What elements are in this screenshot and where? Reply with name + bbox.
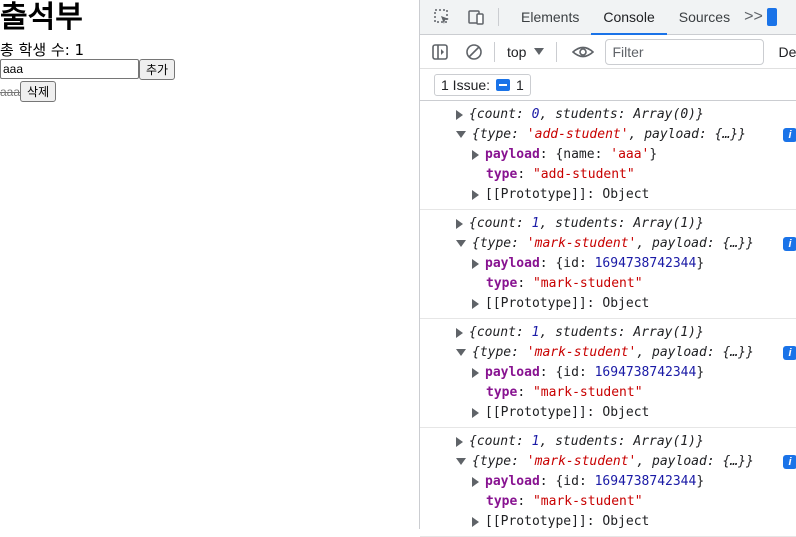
action-log-line[interactable]: {type: 'add-student', payload: {…}} i xyxy=(420,125,796,145)
expand-icon xyxy=(472,258,479,269)
state-log-line[interactable]: {count: 0, students: Array(0)} xyxy=(420,105,796,125)
action-log-line[interactable]: {type: 'mark-student', payload: {…}} i xyxy=(420,234,796,254)
expand-icon xyxy=(472,407,479,418)
info-icon[interactable]: i xyxy=(783,128,796,142)
inspect-element-icon[interactable] xyxy=(430,5,454,29)
settings-icon[interactable] xyxy=(766,8,777,26)
issues-count: 1 xyxy=(516,76,524,93)
sidebar-toggle-icon[interactable] xyxy=(426,38,454,66)
expand-icon xyxy=(456,327,463,338)
filter-input[interactable]: Filter xyxy=(605,38,765,65)
default-levels-dropdown[interactable]: De xyxy=(778,44,796,60)
tab-elements[interactable]: Elements xyxy=(509,0,591,34)
collapse-icon xyxy=(456,349,466,356)
tab-sources[interactable]: Sources xyxy=(667,0,742,34)
state-log-line[interactable]: {count: 1, students: Array(1)} xyxy=(420,323,796,343)
live-expression-eye-icon[interactable] xyxy=(569,38,597,66)
add-button[interactable]: 추가 xyxy=(139,59,176,80)
app-page: 출석부 총 학생 수: 1 추가 aaa 삭제 xyxy=(0,0,419,529)
page-title: 출석부 xyxy=(0,0,83,35)
action-log-line[interactable]: {type: 'mark-student', payload: {…}} i xyxy=(420,452,796,472)
info-icon[interactable]: i xyxy=(783,237,796,251)
expand-icon xyxy=(472,298,479,309)
context-label: top xyxy=(507,43,527,60)
issue-message-icon xyxy=(496,78,511,91)
expand-icon xyxy=(456,218,463,229)
divider xyxy=(498,8,499,26)
clear-console-icon[interactable] xyxy=(460,38,488,66)
issues-bar: 1 Issue: 1 xyxy=(420,69,796,101)
student-name-input[interactable] xyxy=(0,59,139,79)
divider xyxy=(556,41,558,62)
prototype-line[interactable]: [[Prototype]]: Object xyxy=(420,403,796,423)
payload-line[interactable]: payload: {id: 1694738742344} xyxy=(420,363,796,383)
dropdown-arrow-icon xyxy=(534,47,545,55)
log-group: {count: 0, students: Array(0)} {type: 'a… xyxy=(420,101,796,210)
expand-icon xyxy=(472,189,479,200)
state-log-line[interactable]: {count: 1, students: Array(1)} xyxy=(420,432,796,452)
more-tabs-button[interactable]: >> xyxy=(744,8,763,26)
expand-icon xyxy=(472,367,479,378)
student-name[interactable]: aaa xyxy=(0,85,20,99)
console-toolbar: top Filter De xyxy=(420,35,796,69)
expand-icon xyxy=(472,516,479,527)
collapse-icon xyxy=(456,458,466,465)
type-line: type: "mark-student" xyxy=(486,385,643,400)
devtools-panel: Elements Console Sources >> top Filter D… xyxy=(419,0,796,537)
expand-icon xyxy=(456,436,463,447)
collapse-icon xyxy=(456,240,466,247)
tab-console[interactable]: Console xyxy=(591,0,668,35)
info-icon[interactable]: i xyxy=(783,346,796,360)
state-log-line[interactable]: {count: 1, students: Array(1)} xyxy=(420,214,796,234)
issues-button[interactable]: 1 Issue: 1 xyxy=(434,73,531,96)
issues-label: 1 Issue: xyxy=(441,76,491,93)
expand-icon xyxy=(456,109,463,120)
student-item: aaa 삭제 xyxy=(0,81,57,102)
log-group: {count: 1, students: Array(1)} {type: 'm… xyxy=(420,428,796,537)
payload-line[interactable]: payload: {id: 1694738742344} xyxy=(420,472,796,492)
type-line: type: "add-student" xyxy=(486,167,635,182)
device-toolbar-icon[interactable] xyxy=(464,5,488,29)
info-icon[interactable]: i xyxy=(783,455,796,469)
student-count: 총 학생 수: 1 xyxy=(0,41,85,59)
action-log-line[interactable]: {type: 'mark-student', payload: {…}} i xyxy=(420,343,796,363)
console-log: {count: 0, students: Array(0)} {type: 'a… xyxy=(420,101,796,537)
expand-icon xyxy=(472,476,479,487)
payload-line[interactable]: payload: {id: 1694738742344} xyxy=(420,254,796,274)
expand-icon xyxy=(472,149,479,160)
prototype-line[interactable]: [[Prototype]]: Object xyxy=(420,512,796,532)
prototype-line[interactable]: [[Prototype]]: Object xyxy=(420,185,796,205)
filter-placeholder: Filter xyxy=(612,43,644,60)
collapse-icon xyxy=(456,131,466,138)
delete-button[interactable]: 삭제 xyxy=(20,81,57,102)
prototype-line[interactable]: [[Prototype]]: Object xyxy=(420,294,796,314)
divider xyxy=(494,41,495,62)
context-selector[interactable]: top xyxy=(501,44,550,60)
type-line: type: "mark-student" xyxy=(486,276,643,291)
log-group: {count: 1, students: Array(1)} {type: 'm… xyxy=(420,210,796,319)
devtools-tabbar: Elements Console Sources >> xyxy=(420,0,796,35)
payload-line[interactable]: payload: {name: 'aaa'} xyxy=(420,145,796,165)
type-line: type: "mark-student" xyxy=(486,494,643,509)
add-student-row: 추가 xyxy=(0,59,176,80)
log-group: {count: 1, students: Array(1)} {type: 'm… xyxy=(420,319,796,428)
